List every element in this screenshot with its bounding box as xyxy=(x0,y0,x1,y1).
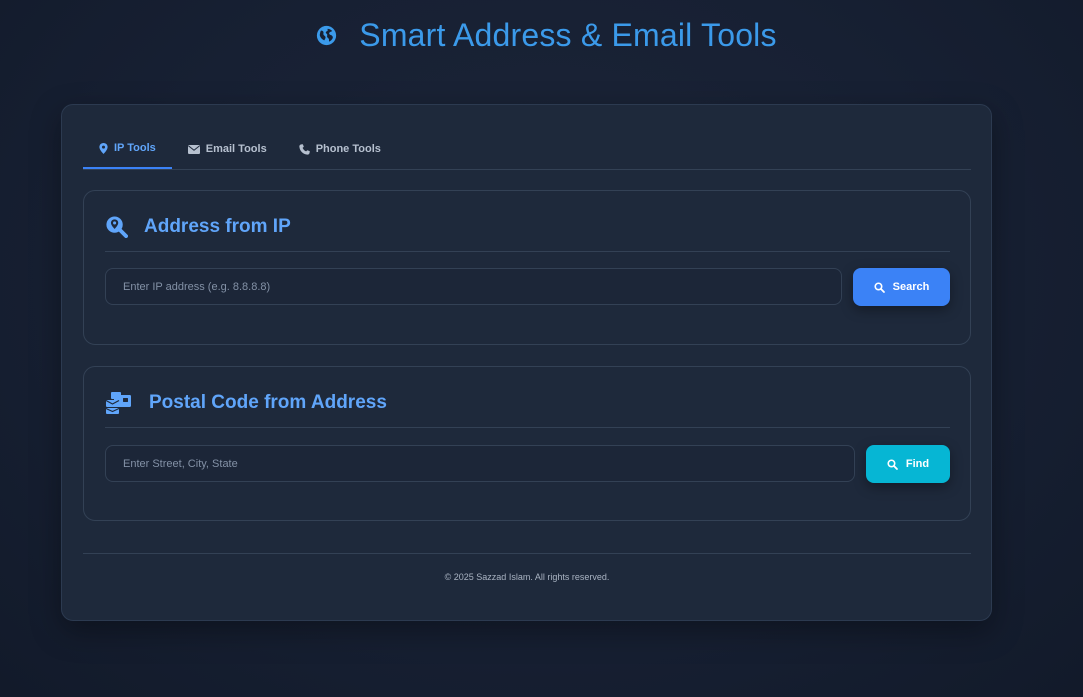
tab-ip-tools-label: IP Tools xyxy=(114,142,156,154)
postal-code-section: Postal Code from Address Find xyxy=(83,366,971,521)
tab-bar: IP Tools Email Tools Phone Tools xyxy=(83,129,971,170)
ip-address-input[interactable] xyxy=(105,268,842,305)
address-input[interactable] xyxy=(105,445,855,482)
envelope-icon xyxy=(187,144,200,154)
tab-phone-tools-label: Phone Tools xyxy=(315,143,381,155)
search-icon xyxy=(874,281,885,293)
footer: © 2025 Sazzad Islam. All rights reserved… xyxy=(83,553,971,582)
page-header: Smart Address & Email Tools xyxy=(0,0,1083,70)
globe-icon xyxy=(316,25,337,46)
ip-lookup-section: Address from IP Search xyxy=(83,190,971,345)
postal-section-title: Postal Code from Address xyxy=(149,392,387,413)
postal-section-header: Postal Code from Address xyxy=(105,389,950,428)
find-button[interactable]: Find xyxy=(866,445,950,483)
phone-icon xyxy=(299,143,310,155)
search-location-icon xyxy=(105,213,128,238)
page-title: Smart Address & Email Tools xyxy=(359,16,777,53)
tab-phone-tools[interactable]: Phone Tools xyxy=(283,129,397,169)
search-icon xyxy=(887,458,898,470)
search-button-label: Search xyxy=(892,281,930,293)
map-marker-icon xyxy=(99,142,108,154)
ip-section-title: Address from IP xyxy=(144,216,291,237)
tools-card: IP Tools Email Tools Phone Tools Address… xyxy=(61,104,992,621)
ip-section-header: Address from IP xyxy=(105,213,950,252)
tab-ip-tools[interactable]: IP Tools xyxy=(83,129,172,169)
find-button-label: Find xyxy=(905,458,930,470)
copyright-text: © 2025 Sazzad Islam. All rights reserved… xyxy=(444,572,610,582)
header-title-group: Smart Address & Email Tools xyxy=(316,16,777,54)
tab-email-tools-label: Email Tools xyxy=(205,143,267,155)
search-button[interactable]: Search xyxy=(853,268,950,306)
mail-bulk-icon xyxy=(105,389,133,415)
tab-email-tools[interactable]: Email Tools xyxy=(172,129,283,169)
